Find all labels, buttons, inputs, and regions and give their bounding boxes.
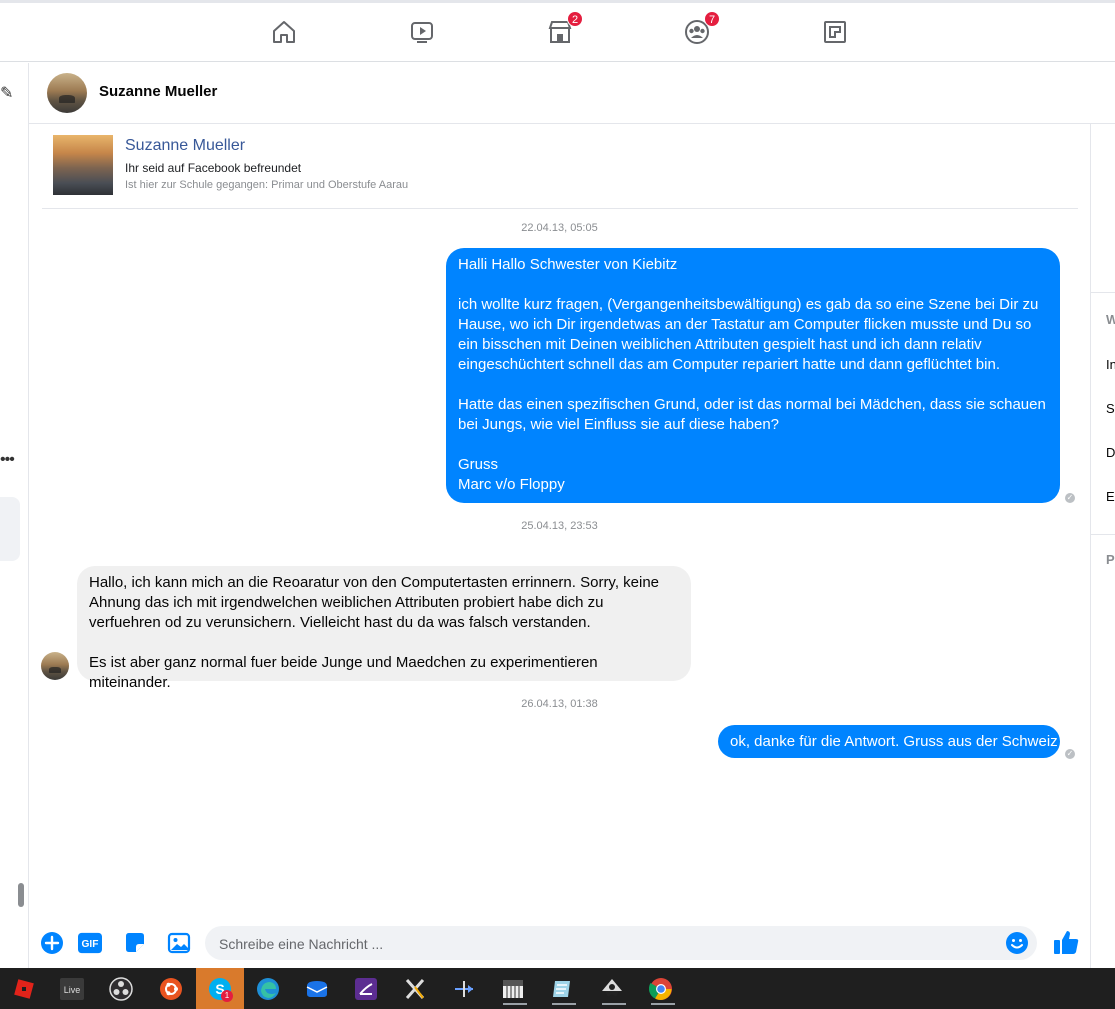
message-paragraph: ich wollte kurz fragen, (Vergangenheitsb… xyxy=(458,296,1039,373)
new-message-icon[interactable]: ✎ xyxy=(0,83,13,103)
panel-heading: Pl xyxy=(1106,552,1115,567)
x-app-icon xyxy=(405,979,425,999)
gaming-nav-button[interactable] xyxy=(820,17,850,47)
gaming-icon xyxy=(824,21,846,43)
skype-badge: 1 xyxy=(221,990,233,1002)
chat-header: Suzanne Mueller xyxy=(29,63,1115,124)
taskbar-app-outlook[interactable] xyxy=(301,973,333,1005)
incoming-message[interactable]: Hallo, ich kann mich an die Reoaratur vo… xyxy=(77,566,691,691)
home-nav-button[interactable] xyxy=(269,17,299,47)
video-icon xyxy=(411,22,433,43)
gif-icon: GIF xyxy=(78,932,102,954)
taskbar-app-azure[interactable] xyxy=(448,973,480,1005)
smiley-icon xyxy=(1006,932,1028,954)
live-icon: Live xyxy=(60,978,84,1000)
running-indicator xyxy=(552,1003,576,1005)
message-input[interactable] xyxy=(217,926,1001,962)
profile-card: Suzanne Mueller Ihr seid auf Facebook be… xyxy=(42,124,1078,209)
emoji-button[interactable] xyxy=(1005,931,1029,960)
conversation-info-panel: W In Sp D Er Pl xyxy=(1090,124,1115,968)
message-paragraph: Halli Hallo Schwester von Kiebitz xyxy=(458,256,678,273)
panel-item[interactable]: D xyxy=(1106,445,1115,460)
notes-icon xyxy=(553,981,570,997)
contact-name[interactable]: Suzanne Mueller xyxy=(99,83,217,100)
taskbar-app-ubuntu[interactable] xyxy=(155,973,187,1005)
home-icon xyxy=(273,21,295,43)
taskbar-app-piano[interactable] xyxy=(497,973,529,1005)
panel-heading: W xyxy=(1106,312,1115,327)
piano-icon xyxy=(503,980,523,998)
taskbar-app-chrome[interactable] xyxy=(645,973,677,1005)
more-actions-button[interactable] xyxy=(40,931,64,955)
panel-item[interactable]: Er xyxy=(1106,489,1115,504)
marketplace-nav-button[interactable]: 2 xyxy=(545,11,583,47)
groups-badge: 7 xyxy=(704,11,720,27)
message-paragraph: Gruss Marc v/o Floppy xyxy=(458,456,565,493)
panel-item[interactable]: In xyxy=(1106,357,1115,372)
more-options-icon[interactable]: ••• xyxy=(0,451,15,469)
taskbar-app-obs[interactable] xyxy=(105,973,137,1005)
divider xyxy=(1091,534,1115,535)
taskbar-app-visual-studio[interactable] xyxy=(350,973,382,1005)
seen-check-icon: ✓ xyxy=(1065,493,1075,503)
live-label: Live xyxy=(64,985,81,995)
chat-list-panel: ✎ ••• xyxy=(0,63,29,968)
school-info: Ist hier zur Schule gegangen: Primar und… xyxy=(125,179,409,191)
contact-avatar[interactable] xyxy=(47,73,87,113)
taskbar-app-roblox[interactable] xyxy=(8,973,40,1005)
gif-label: GIF xyxy=(82,939,99,950)
like-button[interactable] xyxy=(1052,928,1080,956)
plus-circle-icon xyxy=(41,932,63,954)
mail-icon xyxy=(306,981,328,997)
message-paragraph: Es ist aber ganz normal fuer beide Junge… xyxy=(89,654,598,691)
message-paragraph: Hallo, ich kann mich an die Reoaratur vo… xyxy=(89,574,660,631)
gif-button[interactable]: GIF xyxy=(78,931,102,955)
edge-icon xyxy=(257,978,279,1000)
running-indicator xyxy=(503,1003,527,1005)
scrollbar[interactable] xyxy=(18,883,24,907)
panel-item[interactable]: Sp xyxy=(1106,401,1115,416)
message-timestamp: 22.04.13, 05:05 xyxy=(521,222,598,234)
sender-avatar[interactable] xyxy=(41,652,69,680)
profile-name-link[interactable]: Suzanne Mueller xyxy=(125,137,245,155)
groups-nav-button[interactable]: 7 xyxy=(682,11,720,47)
photo-button[interactable] xyxy=(167,931,191,955)
outgoing-message[interactable]: ok, danke für die Antwort. Gruss aus der… xyxy=(718,725,1060,758)
divider xyxy=(1091,292,1115,293)
ubuntu-icon xyxy=(160,978,182,1000)
inkscape-icon xyxy=(602,979,622,997)
message-paragraph: ok, danke für die Antwort. Gruss aus der… xyxy=(730,733,1058,750)
running-indicator xyxy=(651,1003,675,1005)
taskbar-app-notes[interactable] xyxy=(546,973,578,1005)
message-paragraph: Hatte das einen spezifischen Grund, oder… xyxy=(458,396,1046,433)
sticker-button[interactable] xyxy=(123,931,147,955)
running-indicator xyxy=(602,1003,626,1005)
windows-taskbar: Live S 1 xyxy=(0,968,1115,1009)
friend-status: Ihr seid auf Facebook befreundet xyxy=(125,161,302,175)
taskbar-app-live[interactable]: Live xyxy=(56,973,88,1005)
thumbs-up-icon xyxy=(1054,931,1079,954)
taskbar-app-skype[interactable]: S 1 xyxy=(196,968,244,1009)
profile-photo[interactable] xyxy=(53,135,113,195)
chat-list-item[interactable] xyxy=(0,497,20,561)
watch-nav-button[interactable] xyxy=(407,17,437,47)
top-navigation: 2 7 xyxy=(0,0,1115,62)
sticker-icon xyxy=(126,933,144,952)
message-timestamp: 26.04.13, 01:38 xyxy=(521,698,598,710)
roblox-icon xyxy=(14,979,34,999)
taskbar-app-inkscape[interactable] xyxy=(596,973,628,1005)
split-icon xyxy=(455,981,473,997)
chrome-icon xyxy=(649,978,672,1000)
seen-check-icon: ✓ xyxy=(1065,749,1075,759)
image-icon xyxy=(167,932,191,954)
outgoing-message[interactable]: Halli Hallo Schwester von Kiebitz ich wo… xyxy=(446,248,1060,503)
obs-icon xyxy=(109,977,133,1001)
taskbar-app-edge[interactable] xyxy=(252,973,284,1005)
message-timestamp: 25.04.13, 23:53 xyxy=(521,520,598,532)
taskbar-app-x[interactable] xyxy=(399,973,431,1005)
marketplace-badge: 2 xyxy=(567,11,583,27)
purple-app-icon xyxy=(355,978,377,1000)
message-composer: GIF xyxy=(29,920,1090,968)
message-input-wrapper xyxy=(205,926,1037,962)
